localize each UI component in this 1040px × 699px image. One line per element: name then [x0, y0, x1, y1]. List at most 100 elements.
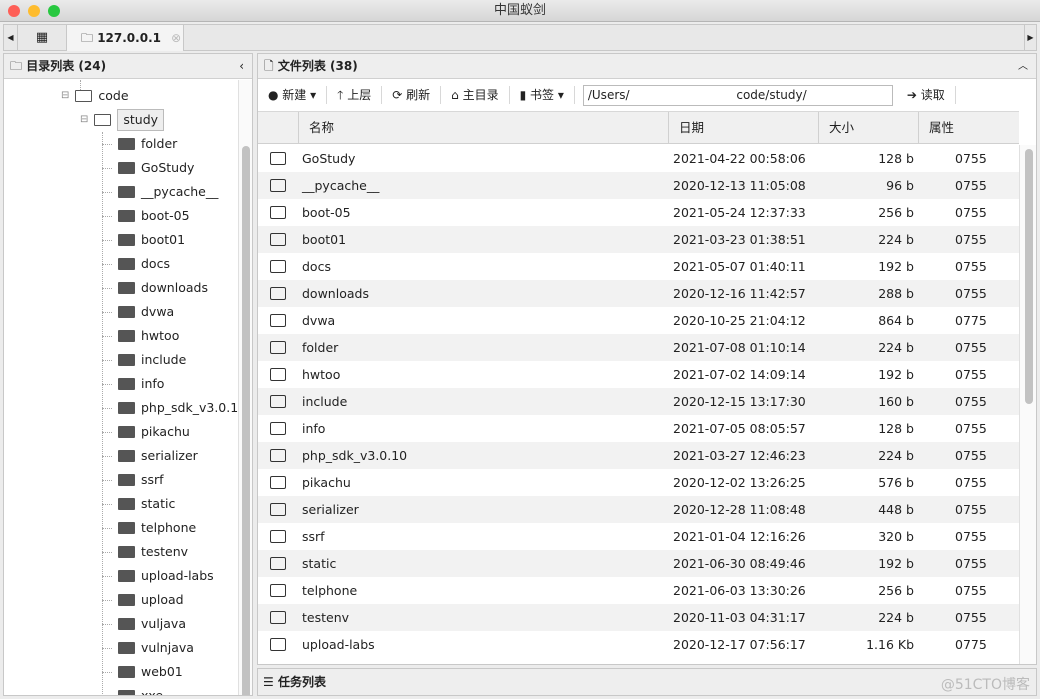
title-bar: 中国蚁剑 [0, 0, 1040, 22]
tree-node[interactable]: web01 [102, 662, 183, 682]
maximize-window-button[interactable] [48, 5, 60, 17]
refresh-button[interactable]: ⟳ 刷新 [382, 86, 442, 104]
task-list-title: 任务列表 [277, 675, 326, 689]
tree-label: telphone [141, 520, 197, 535]
tree-label: upload [141, 592, 184, 607]
tree-label: include [141, 352, 187, 367]
home-button[interactable]: ⌂ 主目录 [441, 86, 510, 104]
column-attr[interactable]: 属性 [918, 112, 1019, 144]
table-row[interactable]: php_sdk_v3.0.10 2021-03-27 12:46:23 224 b 0… [258, 442, 1019, 469]
close-tab-icon[interactable]: ⊗ [171, 31, 181, 45]
watermark: @51CTO博客 [940, 677, 1030, 693]
column-date[interactable]: 日期 [668, 112, 818, 144]
tab-scroll-left-icon[interactable]: ◀ [4, 25, 18, 51]
column-name[interactable]: 名称 [298, 112, 668, 144]
column-size[interactable]: 大小 [818, 112, 918, 144]
file-date: 2021-03-23 01:38:51 [673, 232, 806, 247]
table-row[interactable]: boot-05 2021-05-24 12:37:33 256 b 0755 [258, 199, 1019, 226]
table-row[interactable]: upload-labs 2020-12-17 07:56:17 1.16 Kb 077… [258, 631, 1019, 658]
task-panel[interactable]: ☰ 任务列表 @51CTO博客 [257, 668, 1037, 696]
collapse-up-icon[interactable]: ︿ [1018, 54, 1028, 79]
minimize-window-button[interactable] [28, 5, 40, 17]
file-date: 2021-05-24 12:37:33 [673, 205, 806, 220]
table-row[interactable]: downloads 2020-12-16 11:42:57 288 b 0755 [258, 280, 1019, 307]
file-name: downloads [302, 286, 369, 301]
file-date: 2021-03-27 12:46:23 [673, 448, 806, 463]
tree-node[interactable]: serializer [102, 446, 198, 466]
tab-127-0-0-1[interactable]: 🗀 127.0.0.1 ⊗ [67, 25, 184, 51]
tree-label: testenv [141, 544, 189, 559]
file-attr: 0755 [955, 475, 987, 490]
collapse-node-icon[interactable]: ⊟ [80, 110, 88, 130]
grid-icon[interactable]: ▦ [18, 25, 67, 51]
tree-connector [102, 215, 112, 217]
tree-node[interactable]: boot01 [102, 230, 185, 250]
tree-node[interactable]: dvwa [102, 302, 174, 322]
bookmark-button[interactable]: ▮ 书签 ▾ [510, 86, 575, 104]
table-row[interactable]: GoStudy 2021-04-22 00:58:06 128 b 0755 [258, 145, 1019, 172]
folder-icon [118, 210, 135, 222]
table-header: 名称 日期 大小 属性 [258, 111, 1019, 144]
tree-node[interactable]: downloads [102, 278, 208, 298]
folder-icon [118, 690, 135, 695]
tree-connector [102, 191, 112, 193]
tree-node[interactable]: php_sdk_v3.0.10 [102, 398, 246, 418]
table-row[interactable]: static 2021-06-30 08:49:46 192 b 0755 [258, 550, 1019, 577]
tree-node[interactable]: telphone [102, 518, 196, 538]
close-window-button[interactable] [8, 5, 20, 17]
table-row[interactable]: folder 2021-07-08 01:10:14 224 b 0755 [258, 334, 1019, 361]
tree-node-study[interactable]: ⊟ study [80, 109, 165, 131]
read-button[interactable]: ➔ 读取 [897, 86, 956, 104]
folder-icon [270, 449, 286, 462]
tree-connector [102, 647, 112, 649]
tree-node[interactable]: vuljava [102, 614, 186, 634]
tree-node[interactable]: folder [102, 134, 177, 154]
collapse-left-icon[interactable]: ‹ [239, 54, 244, 79]
table-row[interactable]: dvwa 2020-10-25 21:04:12 864 b 0775 [258, 307, 1019, 334]
tree-node[interactable]: hwtoo [102, 326, 179, 346]
tree-node[interactable]: xxe [102, 686, 163, 695]
tree-node[interactable]: ssrf [102, 470, 164, 490]
folder-icon [118, 138, 135, 150]
tree-node[interactable]: static [102, 494, 175, 514]
table-row[interactable]: info 2021-07-05 08:05:57 128 b 0755 [258, 415, 1019, 442]
new-button[interactable]: ● 新建 ▾ [258, 86, 328, 104]
table-row[interactable]: include 2020-12-15 13:17:30 160 b 0755 [258, 388, 1019, 415]
up-button[interactable]: 🡑 上层 [327, 86, 383, 104]
tab-scroll-right-icon[interactable]: ▶ [1024, 25, 1036, 51]
table-row[interactable]: telphone 2021-06-03 13:30:26 256 b 0755 [258, 577, 1019, 604]
tree-node[interactable]: docs [102, 254, 170, 274]
tree-node[interactable]: GoStudy [102, 158, 194, 178]
tree-node[interactable]: upload-labs [102, 566, 214, 586]
table-row[interactable]: testenv 2020-11-03 04:31:17 224 b 0755 [258, 604, 1019, 631]
tree-connector [102, 143, 112, 145]
file-name: docs [302, 259, 331, 274]
file-scrollbar[interactable] [1019, 145, 1036, 664]
table-row[interactable]: __pycache__ 2020-12-13 11:05:08 96 b 0755 [258, 172, 1019, 199]
table-row[interactable]: hwtoo 2021-07-02 14:09:14 192 b 0755 [258, 361, 1019, 388]
file-size: 96 b [886, 178, 914, 193]
table-row[interactable]: docs 2021-05-07 01:40:11 192 b 0755 [258, 253, 1019, 280]
table-row[interactable]: serializer 2020-12-28 11:08:48 448 b 0755 [258, 496, 1019, 523]
table-row[interactable]: pikachu 2020-12-02 13:26:25 576 b 0755 [258, 469, 1019, 496]
file-size: 256 b [878, 583, 914, 598]
tree-node[interactable]: pikachu [102, 422, 190, 442]
folder-icon [118, 282, 135, 294]
table-row[interactable]: boot01 2021-03-23 01:38:51 224 b 0755 [258, 226, 1019, 253]
tree-node[interactable]: include [102, 350, 186, 370]
tree-node-code[interactable]: ⊟ code [61, 86, 129, 106]
tree-connector [102, 311, 112, 313]
tree-node[interactable]: vulnjava [102, 638, 194, 658]
directory-scrollbar[interactable] [238, 80, 252, 695]
file-attr: 0755 [955, 232, 987, 247]
folder-icon [270, 395, 286, 408]
table-row[interactable]: ssrf 2021-01-04 12:16:26 320 b 0755 [258, 523, 1019, 550]
path-input[interactable]: /Users/ code/study/ [582, 84, 893, 106]
tree-node[interactable]: info [102, 374, 164, 394]
tree-node[interactable]: testenv [102, 542, 188, 562]
collapse-node-icon[interactable]: ⊟ [61, 86, 69, 106]
tree-node[interactable]: boot-05 [102, 206, 190, 226]
file-attr: 0755 [955, 205, 987, 220]
tree-node[interactable]: __pycache__ [102, 182, 218, 202]
tree-node[interactable]: upload [102, 590, 184, 610]
